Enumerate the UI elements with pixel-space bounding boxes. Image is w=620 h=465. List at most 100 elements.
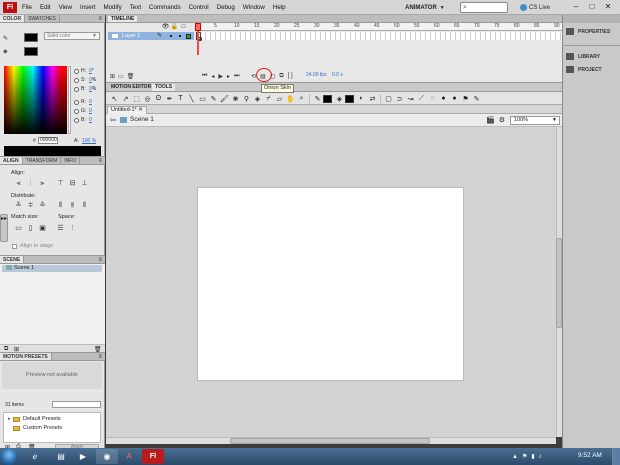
distribute-vcenter-icon[interactable]: ≑ xyxy=(26,202,35,210)
tab-scene[interactable]: SCENE xyxy=(0,256,25,263)
step-forward-icon[interactable]: ▸ xyxy=(227,73,230,80)
match-both-icon[interactable]: ▣ xyxy=(38,225,47,233)
close-icon[interactable]: ✕ xyxy=(138,107,143,113)
menu-text[interactable]: Text xyxy=(130,4,141,11)
3d-rotation-icon[interactable]: ◎ xyxy=(142,95,153,103)
distribute-right-icon[interactable]: ⫴ xyxy=(80,202,89,210)
bone-tool-icon[interactable]: ⚲ xyxy=(241,95,252,103)
new-folder-icon[interactable]: ▭ xyxy=(118,73,124,80)
playhead[interactable] xyxy=(195,23,201,31)
maximize-button[interactable]: □ xyxy=(584,1,600,13)
menu-debug[interactable]: Debug xyxy=(217,4,235,11)
edit-multiple-icon[interactable]: ⧉ xyxy=(279,73,283,80)
distribute-top-icon[interactable]: ≚ xyxy=(14,202,23,210)
menu-edit[interactable]: Edit xyxy=(40,4,51,11)
pen-tool-icon[interactable]: ✒ xyxy=(164,95,175,103)
rectangle-tool-icon[interactable]: ▭ xyxy=(197,95,208,103)
tray-arrow-icon[interactable]: ▲ xyxy=(512,454,518,460)
saturation-radio[interactable] xyxy=(74,77,79,83)
project-panel-button[interactable]: PROJECT xyxy=(566,66,602,73)
text-tool-icon[interactable]: T xyxy=(175,95,186,102)
brush-shape-icon[interactable]: ● xyxy=(449,95,460,102)
layer-row[interactable]: Layer 1 ✎ xyxy=(108,32,194,40)
menu-file[interactable]: File xyxy=(22,4,32,11)
tab-info[interactable]: INFO xyxy=(61,157,81,164)
new-layer-icon[interactable]: ⊞ xyxy=(110,73,115,80)
lock-fill-icon[interactable]: ⚑ xyxy=(460,95,471,103)
green-field[interactable]: G: 0 xyxy=(74,108,92,114)
hand-tool-icon[interactable]: ✋ xyxy=(285,95,296,103)
hex-input[interactable]: 000000 xyxy=(38,137,58,144)
saturation-field[interactable]: S: 0 % xyxy=(74,77,96,83)
green-value[interactable]: 0 xyxy=(89,108,92,114)
preset-search-input[interactable] xyxy=(52,401,101,408)
dock-header[interactable] xyxy=(563,15,620,23)
show-desktop-button[interactable] xyxy=(612,448,620,465)
brightness-slider[interactable] xyxy=(62,66,67,134)
play-icon[interactable]: ▶ xyxy=(218,73,223,80)
align-right-icon[interactable]: ⫸ xyxy=(38,180,47,188)
snap-icon[interactable]: ⊃ xyxy=(394,95,405,103)
line-tool-icon[interactable]: ╲ xyxy=(186,95,197,103)
tab-motion-presets[interactable]: MOTION PRESETS xyxy=(0,353,52,360)
acrobat-icon[interactable]: A xyxy=(118,449,140,464)
flag-icon[interactable]: ⚑ xyxy=(522,453,527,460)
straighten-icon[interactable]: ⟋ xyxy=(416,95,427,103)
free-transform-icon[interactable]: ⬚ xyxy=(131,95,142,103)
black-white-icon[interactable]: ◐ xyxy=(356,95,367,102)
close-button[interactable]: ✕ xyxy=(600,1,616,13)
tab-align[interactable]: ALIGN xyxy=(0,157,23,164)
edit-scene-icon[interactable]: 🎬 xyxy=(486,116,495,124)
panel-menu-icon[interactable]: ≡ xyxy=(95,15,105,22)
deco-tool-icon[interactable]: ❀ xyxy=(230,95,241,103)
object-drawing-icon[interactable]: ▢ xyxy=(383,95,394,103)
tab-timeline[interactable]: TIMELINE xyxy=(108,16,138,22)
media-player-icon[interactable]: ▶ xyxy=(72,449,94,464)
align-to-stage-checkbox[interactable]: Align to stage xyxy=(12,243,53,249)
blue-field[interactable]: B: 0 xyxy=(74,117,92,123)
value-slider-track[interactable] xyxy=(68,66,71,134)
hue-radio[interactable] xyxy=(74,68,79,74)
panel-menu-icon[interactable]: ≡ xyxy=(95,157,105,164)
tab-tools[interactable]: TOOLS xyxy=(152,84,176,91)
stroke-color-swatch[interactable] xyxy=(323,94,332,103)
menu-view[interactable]: View xyxy=(59,4,72,11)
menu-insert[interactable]: Insert xyxy=(80,4,95,11)
tree-folder-default[interactable]: ▸ Default Presets xyxy=(8,416,61,422)
stage-canvas[interactable] xyxy=(197,187,464,381)
subselection-tool-icon[interactable]: ↗ xyxy=(120,95,131,103)
match-height-icon[interactable]: ▯ xyxy=(26,225,35,233)
eyedropper-icon[interactable]: ⌿ xyxy=(263,95,274,103)
network-icon[interactable]: ▮ xyxy=(531,453,534,460)
align-vcenter-icon[interactable]: ⊟ xyxy=(68,180,77,188)
brush-mode-icon[interactable]: ◌ xyxy=(427,95,438,102)
swap-colors-icon[interactable]: ⇄ xyxy=(367,95,378,103)
explorer-icon[interactable]: ▤ xyxy=(50,449,72,464)
brightness-radio[interactable] xyxy=(74,86,79,92)
scene-breadcrumb[interactable]: Scene 1 xyxy=(120,116,154,123)
clock[interactable]: 9:52 AM xyxy=(578,452,602,459)
outline-color-icon[interactable] xyxy=(186,34,191,39)
hue-field[interactable]: H: 0 ° xyxy=(74,68,94,74)
selection-tool-icon[interactable]: ↖ xyxy=(109,95,120,103)
space-vertical-icon[interactable]: ☰ xyxy=(56,225,65,233)
menu-modify[interactable]: Modify xyxy=(103,4,121,11)
tab-motion-editor[interactable]: MOTION EDITOR xyxy=(108,84,154,91)
zoom-tool-icon[interactable]: ⌕ xyxy=(296,95,307,103)
red-field[interactable]: R: 0 xyxy=(74,99,92,105)
minimize-button[interactable]: – xyxy=(568,1,584,13)
panel-collapse-handle[interactable]: ▸▸ xyxy=(0,214,8,242)
eye-icon[interactable]: 👁 xyxy=(161,23,170,31)
eraser-icon[interactable]: ▱ xyxy=(274,95,285,103)
brush-tool-icon[interactable]: 🖌 xyxy=(219,95,230,103)
library-panel-button[interactable]: LIBRARY xyxy=(566,53,600,60)
visibility-dot[interactable] xyxy=(170,35,172,37)
lock-icon[interactable]: 🔒 xyxy=(170,23,179,31)
fill-color-swatch[interactable] xyxy=(24,47,38,56)
red-value[interactable]: 0 xyxy=(89,99,92,105)
match-width-icon[interactable]: ▭ xyxy=(14,225,23,233)
tab-swatches[interactable]: SWATCHES xyxy=(25,15,60,22)
workspace-switcher[interactable]: ANIMATOR ▼ xyxy=(405,2,445,13)
color-spectrum-picker[interactable] xyxy=(4,66,62,134)
brightness-field[interactable]: B: 0 % xyxy=(74,86,96,92)
